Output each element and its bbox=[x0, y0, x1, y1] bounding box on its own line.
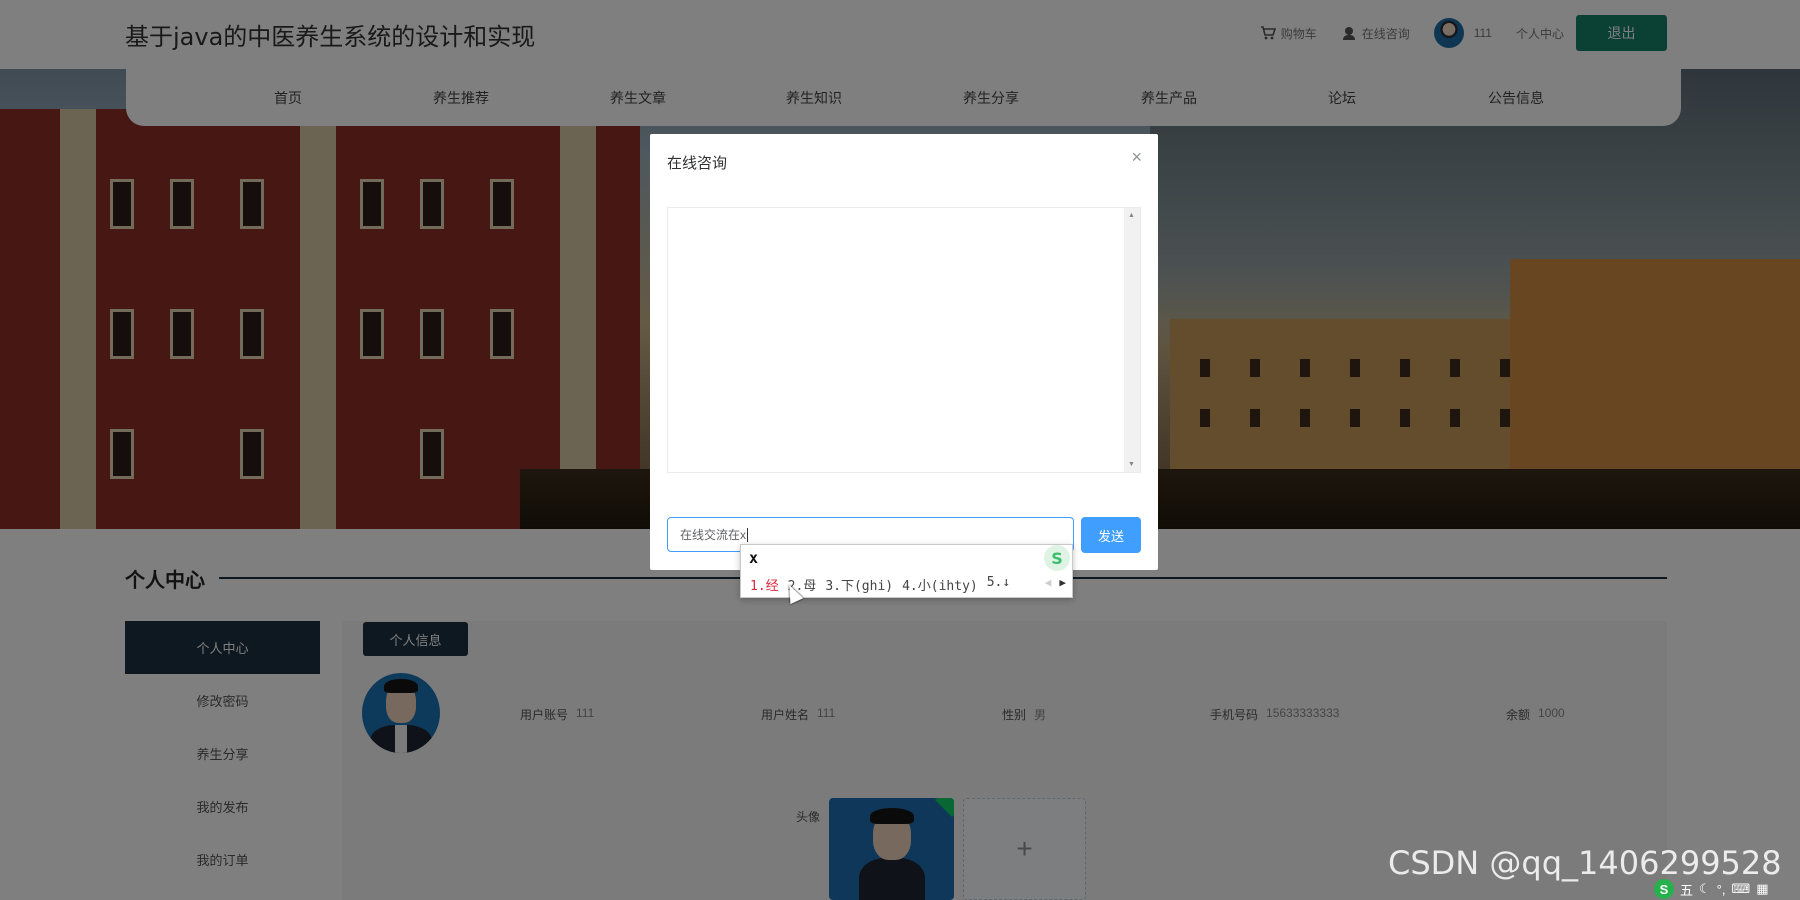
ime-candidate[interactable]: 4.小(ihty) bbox=[902, 575, 978, 594]
scroll-up-icon[interactable]: ▲ bbox=[1128, 212, 1135, 219]
online-consult-dialog: 在线咨询 × ▲ ▼ 在线交流在x 发送 bbox=[650, 134, 1158, 570]
message-input-value: 在线交流在x bbox=[680, 528, 747, 542]
ime-status-tray: S 五 ☾ °, ⌨ ▦ bbox=[1654, 878, 1800, 900]
send-button[interactable]: 发送 bbox=[1081, 517, 1141, 553]
sogou-tray-icon[interactable]: S bbox=[1654, 879, 1674, 899]
scroll-down-icon[interactable]: ▼ bbox=[1128, 461, 1135, 468]
ime-prev-icon[interactable]: ◀ bbox=[1045, 576, 1052, 589]
chat-scrollbar[interactable]: ▲ ▼ bbox=[1124, 208, 1140, 472]
close-icon[interactable]: × bbox=[1131, 147, 1142, 168]
ime-candidate[interactable]: 1.经 bbox=[750, 575, 779, 594]
ime-next-icon[interactable]: ▶ bbox=[1059, 576, 1066, 589]
sogou-logo-icon: S bbox=[1044, 545, 1070, 571]
moon-icon[interactable]: ☾ bbox=[1699, 881, 1711, 897]
chat-messages-area[interactable]: ▲ ▼ bbox=[667, 207, 1141, 473]
ime-composition: x bbox=[749, 549, 759, 567]
dialog-title: 在线咨询 bbox=[667, 155, 728, 172]
ime-candidate[interactable]: 5.↓ bbox=[987, 575, 1010, 594]
ime-candidate[interactable]: 3.下(ghi) bbox=[825, 575, 893, 594]
keyboard-icon[interactable]: ⌨ bbox=[1731, 881, 1750, 897]
punctuation-icon[interactable]: °, bbox=[1717, 882, 1726, 897]
text-caret bbox=[747, 527, 749, 542]
csdn-watermark: CSDN @qq_1406299528 bbox=[1388, 844, 1782, 882]
ime-page-controls: ◀ ▶ bbox=[1045, 576, 1066, 589]
ime-mode-indicator[interactable]: 五 bbox=[1680, 880, 1693, 899]
grid-icon[interactable]: ▦ bbox=[1756, 881, 1768, 897]
